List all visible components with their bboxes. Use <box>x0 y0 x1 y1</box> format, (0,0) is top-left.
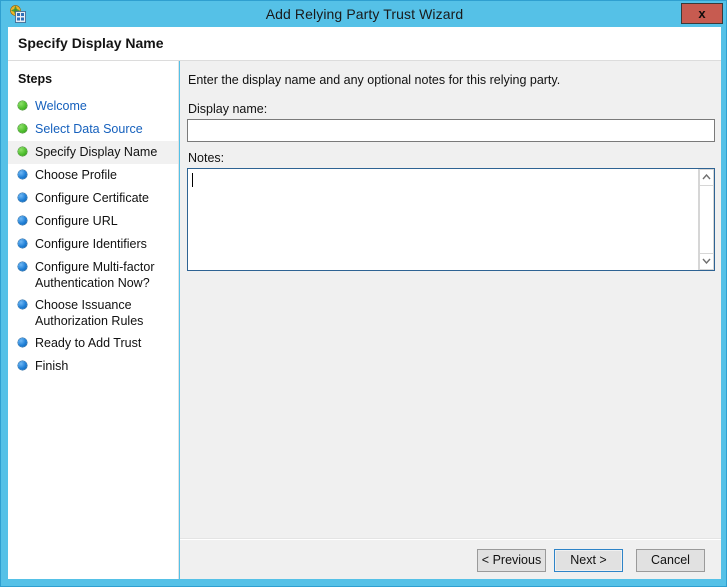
title-bar: Add Relying Party Trust Wizard x <box>1 1 727 27</box>
content-pane: Enter the display name and any optional … <box>180 61 721 579</box>
sidebar-item-welcome[interactable]: Welcome <box>8 95 179 118</box>
wizard-body: Steps Welcome Select Data Source Specify… <box>8 61 721 579</box>
step-bullet-icon <box>18 170 27 179</box>
step-label: Configure URL <box>35 214 118 228</box>
steps-list: Welcome Select Data Source Specify Displ… <box>8 95 179 378</box>
steps-sidebar: Steps Welcome Select Data Source Specify… <box>8 61 179 579</box>
step-bullet-icon <box>18 361 27 370</box>
step-bullet-icon <box>18 193 27 202</box>
sidebar-item-configure-certificate[interactable]: Configure Certificate <box>8 187 179 210</box>
step-label: Choose Profile <box>35 168 117 182</box>
step-bullet-icon <box>18 147 27 156</box>
page-header: Specify Display Name <box>8 27 721 61</box>
step-label: Configure Identifiers <box>35 237 147 251</box>
scroll-up-icon[interactable] <box>699 169 714 186</box>
scrollbar-track[interactable] <box>699 186 714 253</box>
text-caret-icon <box>192 173 193 187</box>
footer-bar: < Previous Next > Cancel <box>180 540 721 579</box>
sidebar-item-finish[interactable]: Finish <box>8 355 179 378</box>
step-label: Select Data Source <box>35 122 143 136</box>
notes-label: Notes: <box>188 151 224 165</box>
next-button[interactable]: Next > <box>554 549 623 572</box>
display-name-input[interactable] <box>187 119 715 142</box>
notes-input[interactable] <box>188 169 698 270</box>
step-label: Choose Issuance Authorization Rules <box>35 298 143 328</box>
step-bullet-icon <box>18 101 27 110</box>
sidebar-item-configure-multi-factor-authentication[interactable]: Configure Multi-factor Authentication No… <box>8 256 179 294</box>
cancel-button[interactable]: Cancel <box>636 549 705 572</box>
step-label: Welcome <box>35 99 87 113</box>
steps-heading: Steps <box>18 72 52 86</box>
step-bullet-icon <box>18 239 27 248</box>
step-label: Finish <box>35 359 68 373</box>
sidebar-item-configure-url[interactable]: Configure URL <box>8 210 179 233</box>
step-bullet-icon <box>18 338 27 347</box>
previous-button[interactable]: < Previous <box>477 549 546 572</box>
step-label: Specify Display Name <box>35 145 157 159</box>
sidebar-item-ready-to-add-trust[interactable]: Ready to Add Trust <box>8 332 179 355</box>
instruction-text: Enter the display name and any optional … <box>188 73 560 87</box>
display-name-label: Display name: <box>188 102 267 116</box>
scroll-down-icon[interactable] <box>699 253 714 270</box>
sidebar-item-select-data-source[interactable]: Select Data Source <box>8 118 179 141</box>
window-title: Add Relying Party Trust Wizard <box>1 1 727 27</box>
step-label: Configure Certificate <box>35 191 149 205</box>
step-bullet-icon <box>18 216 27 225</box>
step-label: Ready to Add Trust <box>35 336 141 350</box>
step-label: Configure Multi-factor Authentication No… <box>35 260 155 290</box>
sidebar-item-choose-profile[interactable]: Choose Profile <box>8 164 179 187</box>
page-title: Specify Display Name <box>18 35 164 51</box>
step-bullet-icon <box>18 300 27 309</box>
step-bullet-icon <box>18 262 27 271</box>
notes-field-wrapper <box>187 168 715 271</box>
sidebar-item-choose-issuance-authorization-rules[interactable]: Choose Issuance Authorization Rules <box>8 294 179 332</box>
wizard-window: Add Relying Party Trust Wizard x Specify… <box>0 0 727 587</box>
close-icon[interactable]: x <box>681 3 723 24</box>
notes-scrollbar[interactable] <box>698 169 714 270</box>
sidebar-item-configure-identifiers[interactable]: Configure Identifiers <box>8 233 179 256</box>
step-bullet-icon <box>18 124 27 133</box>
sidebar-item-specify-display-name[interactable]: Specify Display Name <box>8 141 179 164</box>
